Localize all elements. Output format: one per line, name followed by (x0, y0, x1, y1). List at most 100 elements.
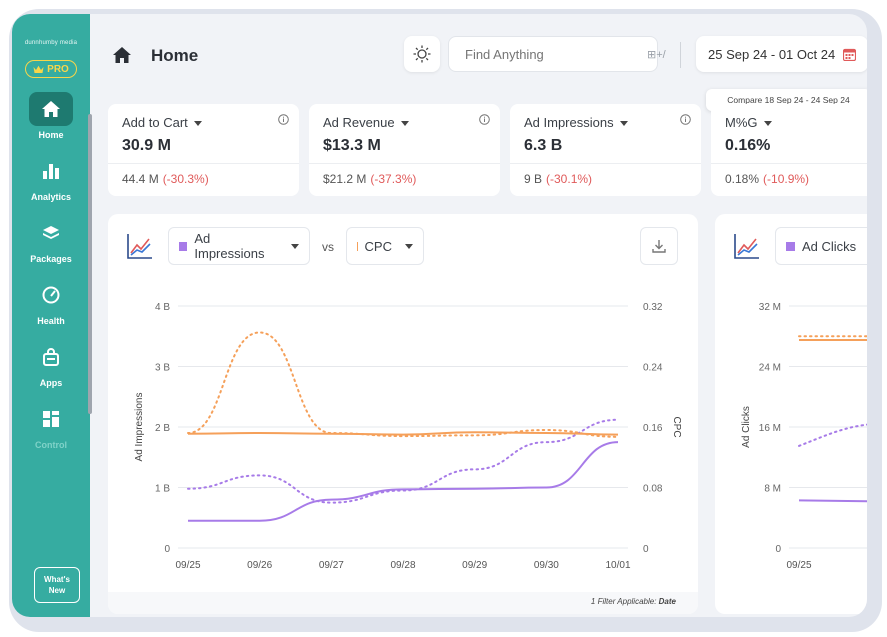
sidebar: dunnhumby media PRO Home Analytics Packa… (12, 14, 90, 617)
sidebar-item-label: Analytics (30, 192, 72, 202)
sun-icon (413, 45, 431, 63)
download-icon (652, 240, 666, 253)
y-tick-label: 24 M (759, 363, 781, 374)
filter-note: 1 Filter Applicable: Date (591, 597, 676, 606)
series-line-ad-clicks-current (798, 499, 867, 503)
x-tick-label: 09/27 (319, 560, 344, 571)
y-tick-label: 32 M (759, 302, 781, 313)
series-swatch-purple (786, 241, 795, 251)
kpi-metric-dropdown[interactable]: Ad Impressions (524, 115, 628, 130)
kpi-change: (-37.3%) (370, 172, 417, 186)
info-icon[interactable] (680, 114, 691, 125)
chart-card-ad-clicks: Ad Clicks 0 8 M 16 M 24 M 32 M 09/25 Ad Clicks (715, 214, 867, 614)
header: Home ⊞+/ 25 Sep 24 - 01 Oct 24 (94, 14, 867, 82)
x-tick-label: 09/29 (462, 560, 487, 571)
divider (108, 163, 299, 164)
kpi-value: 30.9 M (122, 137, 171, 154)
page-title: Home (151, 46, 199, 65)
date-range-label: 25 Sep 24 - 01 Oct 24 (708, 46, 836, 62)
metric2-label: CPC (364, 238, 392, 254)
filter-note-value: Date (658, 597, 676, 606)
kpi-prev-value: 44.4 M (122, 172, 159, 186)
y-tick-label: 1 B (155, 484, 170, 495)
kpi-card-add-to-cart[interactable]: Add to Cart 30.9 M 44.4 M (-30.3%) (108, 104, 299, 196)
metric1-dropdown[interactable]: Ad Impressions (168, 227, 310, 265)
metric2-dropdown[interactable]: CPC (346, 227, 424, 265)
divider (309, 163, 500, 164)
sidebar-item-label: Control (35, 440, 67, 450)
y-tick-label: 0 (164, 544, 170, 555)
pro-label: PRO (47, 63, 69, 75)
kpi-card-ad-revenue[interactable]: Ad Revenue $13.3 M $21.2 M (-37.3%) (309, 104, 500, 196)
y-tick-label: 2 B (155, 423, 170, 434)
pro-badge[interactable]: PRO (25, 60, 77, 78)
download-button[interactable] (640, 227, 678, 265)
kpi-metric-dropdown[interactable]: Add to Cart (122, 115, 202, 130)
x-tick-label: 09/28 (390, 560, 415, 571)
sidebar-item-apps[interactable]: Apps (12, 340, 90, 388)
y2-tick-label: 0.32 (643, 302, 663, 313)
kpi-metric-dropdown[interactable]: M%G (725, 115, 772, 130)
divider (711, 163, 867, 164)
sidebar-item-packages[interactable]: Packages (12, 216, 90, 264)
x-tick-label: 09/25 (175, 560, 200, 571)
y-tick-label: 4 B (155, 302, 170, 313)
kpi-value: 0.16% (725, 137, 771, 154)
kpi-comparison: 44.4 M (-30.3%) (122, 172, 209, 186)
info-icon[interactable] (278, 114, 289, 125)
sidebar-item-home[interactable]: Home (12, 92, 90, 140)
kpi-name: Ad Revenue (323, 115, 395, 130)
y2-tick-label: 0 (643, 544, 649, 555)
series-swatch-orange (357, 241, 358, 251)
kpi-card-mg[interactable]: M%G 0.16% 0.18% (-10.9%) (711, 104, 867, 196)
kpi-comparison: 0.18% (-10.9%) (725, 172, 809, 186)
metric1-dropdown[interactable]: Ad Clicks (775, 227, 867, 265)
ad-clicks-chart: 0 8 M 16 M 24 M 32 M 09/25 Ad Clicks (741, 302, 867, 571)
home-icon[interactable] (112, 46, 132, 64)
metric1-label: Ad Impressions (194, 231, 265, 261)
grid-icon (43, 411, 59, 427)
x-tick-label: 10/01 (605, 560, 630, 571)
series-line-ad-impressions-current (187, 441, 619, 522)
y-tick-label: 3 B (155, 363, 170, 374)
basket-icon (43, 348, 59, 366)
line-chart-icon (127, 234, 152, 259)
search-box[interactable]: ⊞+/ (448, 36, 666, 72)
x-tick-label: 09/25 (786, 560, 811, 571)
kpi-prev-value: 9 B (524, 172, 543, 186)
whats-new-button[interactable]: What's New (34, 567, 80, 603)
app-window: dunnhumby media PRO Home Analytics Packa… (12, 14, 867, 617)
kpi-metric-dropdown[interactable]: Ad Revenue (323, 115, 409, 130)
x-tick-label: 09/30 (534, 560, 559, 571)
kpi-comparison: $21.2 M (-37.3%) (323, 172, 416, 186)
y2-tick-label: 0.24 (643, 363, 663, 374)
y-tick-label: 0 (775, 544, 781, 555)
sidebar-scrollbar[interactable] (88, 114, 92, 414)
sidebar-item-health[interactable]: Health (12, 278, 90, 326)
caret-down-icon (405, 243, 413, 249)
kpi-card-ad-impressions[interactable]: Ad Impressions 6.3 B 9 B (-30.1%) (510, 104, 701, 196)
sidebar-item-label: Home (38, 130, 64, 140)
search-input[interactable] (465, 46, 641, 62)
date-range-picker[interactable]: 25 Sep 24 - 01 Oct 24 (696, 36, 867, 72)
sidebar-item-label: Apps (39, 378, 63, 388)
kpi-change: (-30.1%) (546, 172, 593, 186)
brand-logo: dunnhumby media (24, 40, 78, 46)
chart-card-impressions-vs-cpc: Ad Impressions vs CPC 0 0 1 B 0.08 2 B 0.16 3 … (108, 214, 698, 614)
gauge-icon (42, 286, 60, 304)
y2-tick-label: 0.16 (643, 423, 663, 434)
sidebar-item-analytics[interactable]: Analytics (12, 154, 90, 202)
y-tick-label: 8 M (764, 484, 781, 495)
sidebar-item-control[interactable]: Control (12, 402, 90, 450)
kpi-name: M%G (725, 115, 758, 130)
info-icon[interactable] (479, 114, 490, 125)
kpi-name: Ad Impressions (524, 115, 614, 130)
bar-chart-icon (43, 164, 59, 179)
theme-toggle-button[interactable] (404, 36, 440, 72)
series-swatch-purple (179, 241, 188, 251)
metric1-label: Ad Clicks (802, 238, 857, 254)
kpi-comparison: 9 B (-30.1%) (524, 172, 592, 186)
calendar-icon (843, 48, 856, 61)
kpi-value: 6.3 B (524, 137, 563, 154)
caret-down-icon (763, 121, 772, 127)
